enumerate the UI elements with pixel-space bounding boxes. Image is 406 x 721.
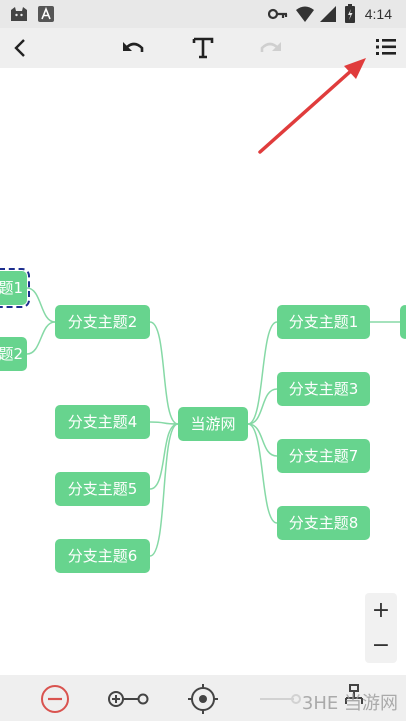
topic-node[interactable]: 分支主题7 [277,439,370,473]
remove-node-icon[interactable] [40,684,70,714]
topic-node[interactable]: 分支主题5 [55,472,150,506]
zoom-in-button[interactable]: + [365,593,397,628]
topic-node-partial[interactable] [400,305,406,339]
add-connection-icon[interactable] [106,687,152,711]
zoom-out-button[interactable]: − [365,628,397,663]
topic-node[interactable]: 分支主题6 [55,539,150,573]
topic-node[interactable]: 题2 [0,337,27,371]
watermark: 3HE 当游网 [301,693,398,714]
central-topic[interactable]: 当游网 [178,407,248,441]
topic-node[interactable]: 分支主题2 [55,305,150,339]
topic-node[interactable]: 分支主题1 [277,305,370,339]
topic-node[interactable]: 分支主题8 [277,506,370,540]
topic-node[interactable]: 分支主题3 [277,372,370,406]
topic-node[interactable]: 分支主题4 [55,405,150,439]
link-icon[interactable] [256,687,302,711]
selected-topic-node[interactable]: 题1 [0,268,30,308]
mindmap-connectors [26,58,400,557]
locate-center-icon[interactable] [188,683,218,715]
zoom-control: + − [365,593,397,663]
